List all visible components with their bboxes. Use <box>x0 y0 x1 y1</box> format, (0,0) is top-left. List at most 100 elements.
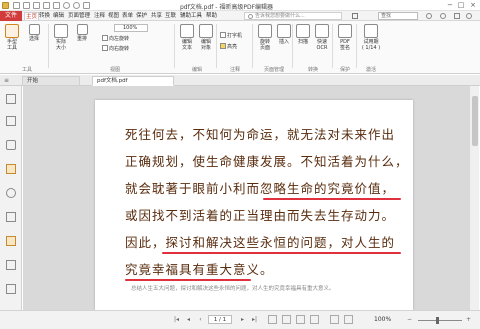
new-icon[interactable] <box>43 2 50 9</box>
zoom-level: 100% <box>374 316 392 323</box>
notification-icon[interactable] <box>454 13 460 19</box>
edit-object-button[interactable]: 编辑 对象 <box>197 24 215 51</box>
typewriter-button[interactable]: 打字机 <box>220 32 242 40</box>
lightbulb-icon <box>248 14 253 19</box>
last-page-button[interactable]: ▸| <box>250 315 259 324</box>
lock-icon[interactable] <box>6 236 16 246</box>
tab-document[interactable]: pdf文档.pdf <box>92 76 174 86</box>
text-select-icon <box>28 24 40 35</box>
highlight-button[interactable]: 高亮 <box>220 43 237 51</box>
edit-text-button[interactable]: 编辑 文本 <box>178 24 196 51</box>
search-icon[interactable] <box>426 13 432 19</box>
rotate-right-button[interactable]: 向右旋转 <box>102 45 129 53</box>
comments-icon[interactable] <box>6 164 16 174</box>
group-tools-label: 工具 <box>21 67 32 73</box>
rotate-left-button[interactable]: 向左旋转 <box>102 35 129 43</box>
page-number-input[interactable]: 1 / 1 <box>208 315 232 324</box>
facing-page-icon[interactable] <box>296 315 305 324</box>
underline-annotation[interactable] <box>125 279 251 281</box>
zoom-slider-handle[interactable] <box>436 317 439 324</box>
tabs-menu-icon[interactable]: ≡ <box>4 78 14 84</box>
save-icon[interactable] <box>23 2 30 9</box>
reflow-button[interactable]: 重排 <box>74 24 90 42</box>
tab-start[interactable]: 开始 <box>22 76 80 86</box>
file-menu[interactable]: 文件 <box>0 11 22 21</box>
vertical-scrollbar[interactable] <box>469 86 479 310</box>
prev-view-button[interactable]: ‹ <box>196 315 205 324</box>
redo-icon[interactable] <box>73 2 80 9</box>
bookmark-icon[interactable] <box>6 94 16 104</box>
close-button[interactable]: × <box>468 1 478 10</box>
zoom-in-button[interactable]: + <box>464 315 473 324</box>
first-page-button[interactable]: |◂ <box>172 315 181 324</box>
group-convert-label: 转换 <box>307 67 318 73</box>
actual-size-button[interactable]: 实际 大小 <box>52 24 70 51</box>
hand-tool-button[interactable]: 手型 工具 <box>3 24 21 51</box>
attachment-icon[interactable] <box>6 188 16 198</box>
customize-icon[interactable] <box>83 2 90 9</box>
menu-edit[interactable]: 编辑 <box>52 12 65 20</box>
pages-icon[interactable] <box>6 116 16 126</box>
zoom-select[interactable]: 100% <box>114 24 148 32</box>
menu-comment[interactable]: 注释 <box>93 12 106 20</box>
menu-view[interactable]: 视图 <box>107 12 120 20</box>
settings-icon[interactable] <box>440 13 446 19</box>
signature-icon[interactable] <box>6 212 16 222</box>
hand-icon[interactable] <box>53 2 60 9</box>
zoom-slider[interactable] <box>418 320 462 321</box>
print-icon[interactable] <box>33 2 40 9</box>
menu-convert[interactable]: 转换 <box>38 12 51 20</box>
document-viewport[interactable]: 死往何去，不知何为命运，就无法对未来作出 正确规划，使生命健康发展。不知活着为什… <box>23 86 469 310</box>
ribbon-toolbar: 手型 工具 选择 工具 实际 大小 重排 100% 向左旋转 向右旋转 视图 编… <box>0 21 480 74</box>
select-tool-button[interactable]: 选择 <box>26 24 42 42</box>
group-comment-label: 注释 <box>229 67 240 73</box>
text-line: 或因找不到活着的正当理由而失去生存动力。 <box>125 208 396 223</box>
underline-annotation[interactable] <box>162 252 401 254</box>
continuous-facing-icon[interactable] <box>310 315 319 324</box>
menu-form[interactable]: 表单 <box>121 12 134 20</box>
content-icon[interactable] <box>6 260 16 270</box>
group-page-management-label: 页面管理 <box>263 67 284 73</box>
hand-tool-icon <box>5 24 19 38</box>
title-bar: pdf文档.pdf - 福昕高级PDF编辑器 − □ × <box>0 0 480 11</box>
trial-button[interactable]: 试用期 ( 1/14 ) <box>358 24 384 51</box>
separator <box>292 24 293 68</box>
minimize-button[interactable]: − <box>445 1 455 10</box>
pdf-sign-button[interactable]: PDF 签名 <box>336 24 354 51</box>
menu-help[interactable]: 帮助 <box>205 12 218 20</box>
text-line: 就会耽著于眼前小利而忽略生命的究竟价值， <box>125 181 396 196</box>
menu-protect[interactable]: 保护 <box>135 12 148 20</box>
fit-page-icon[interactable] <box>330 315 339 324</box>
menu-page-management[interactable]: 页面管理 <box>67 12 91 20</box>
fit-width-icon[interactable] <box>344 315 353 324</box>
underline-annotation[interactable] <box>263 198 401 200</box>
next-page-button[interactable]: ▸ <box>238 315 247 324</box>
menu-home[interactable]: 主页 <box>24 12 40 20</box>
menu-share[interactable]: 共享 <box>150 12 163 20</box>
layers-icon[interactable] <box>6 140 16 150</box>
maximize-button[interactable]: □ <box>456 1 466 10</box>
menu-connect[interactable]: 互联 <box>164 12 177 20</box>
rotate-right-icon <box>102 45 108 51</box>
insert-button[interactable]: 插入 <box>276 24 292 45</box>
separator <box>332 24 333 68</box>
tag-icon[interactable] <box>6 284 16 294</box>
help-icon[interactable] <box>466 13 472 19</box>
zoom-out-button[interactable]: − <box>405 315 414 324</box>
scan-button[interactable]: 扫描 <box>295 24 311 45</box>
scroll-thumb[interactable] <box>472 96 478 146</box>
continuous-page-icon[interactable] <box>282 315 291 324</box>
tell-me-input[interactable]: 告诉我您想要做什么... <box>244 12 342 20</box>
rotate-page-button[interactable]: 旋转 页面 <box>256 24 274 51</box>
single-page-icon[interactable] <box>268 315 277 324</box>
quick-ocr-button[interactable]: 快速 OCR <box>313 24 331 51</box>
find-icon[interactable] <box>352 13 358 19</box>
undo-icon[interactable] <box>63 2 70 9</box>
group-protect-label: 保护 <box>339 67 350 73</box>
prev-page-button[interactable]: ◂ <box>184 315 193 324</box>
open-icon[interactable] <box>13 2 20 9</box>
menu-accessibility[interactable]: 辅助工具 <box>179 12 203 20</box>
separator <box>48 24 49 68</box>
search-input[interactable]: 查找 <box>378 12 418 20</box>
menu-bar: 文件 主页 转换 编辑 页面管理 注释 视图 表单 保护 共享 互联 辅助工具 … <box>0 11 480 21</box>
